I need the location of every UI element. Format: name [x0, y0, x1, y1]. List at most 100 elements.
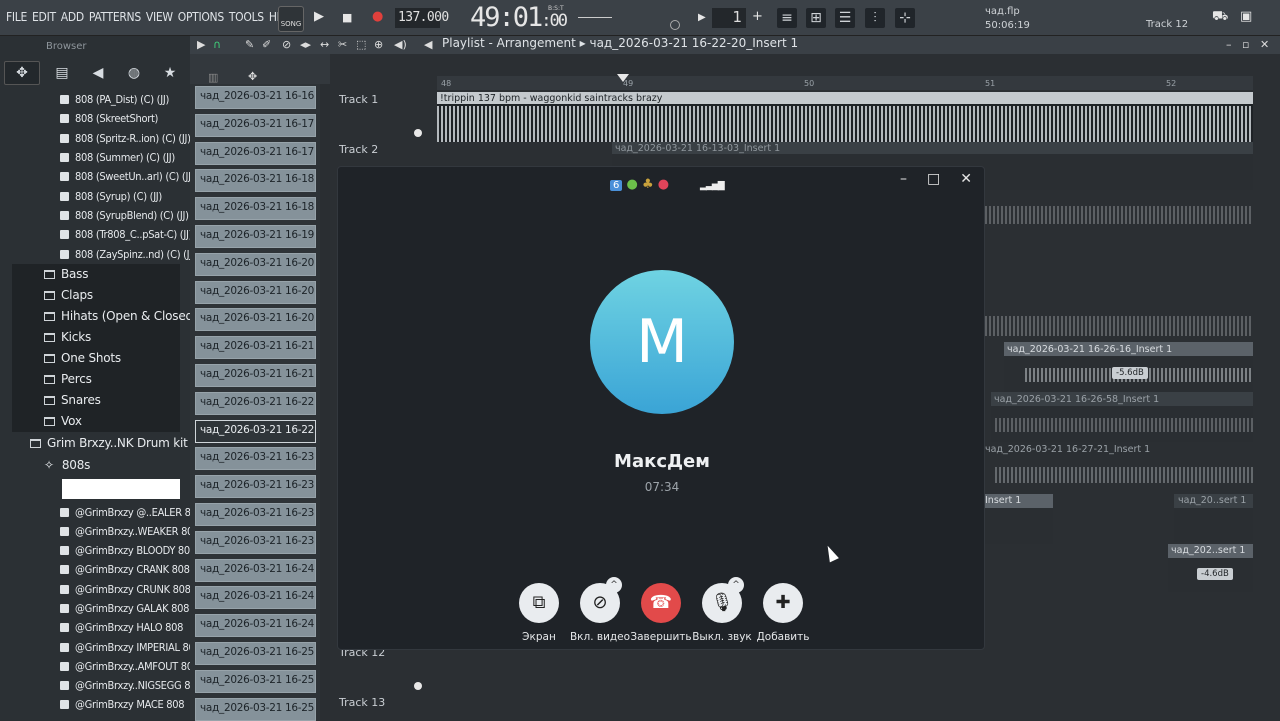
video-options-chevron-icon[interactable]: ^: [606, 577, 622, 593]
picker-clip[interactable]: чад_2026-03-21 16-22..: [195, 391, 316, 415]
slice-tool-icon[interactable]: ✂: [338, 38, 347, 51]
picker-clip[interactable]: чад_2026-03-21 16-18..: [195, 169, 316, 193]
picker-clip[interactable]: чад_2026-03-21 16-19..: [195, 225, 316, 248]
menu-patterns[interactable]: PATTERNS: [89, 10, 141, 24]
browser-subfolder[interactable]: ✧ 808s: [44, 458, 90, 472]
audio-options-chevron-icon[interactable]: ^: [728, 577, 744, 593]
browser-folder[interactable]: Kicks: [44, 330, 91, 344]
picker-clip[interactable]: чад_2026-03-21 16-21..: [195, 336, 316, 360]
select-tool-icon[interactable]: ⬚: [356, 38, 366, 51]
track-name[interactable]: Track 2: [339, 143, 378, 156]
browser-file[interactable]: @GrimBrxzy..NIGSEGG 808: [60, 679, 203, 692]
timeline-ruler[interactable]: 48 49 50 51 52: [437, 76, 1253, 90]
playhead-marker[interactable]: [617, 74, 629, 82]
browser-file[interactable]: 808 (ZaySpinz..nd) (C) (JJ): [60, 248, 196, 261]
record-icon[interactable]: ●: [372, 9, 383, 24]
picker-clip[interactable]: чад_2026-03-21 16-24..: [195, 558, 316, 582]
track-name[interactable]: Track 13: [339, 696, 385, 709]
picker-clip[interactable]: чад_2026-03-21 16-21..: [195, 364, 316, 387]
menu-view[interactable]: VIEW: [146, 10, 173, 24]
browser-file[interactable]: @GrimBrxzy @..EALER 808: [60, 506, 203, 519]
magnet-icon[interactable]: ∩: [213, 38, 221, 51]
picker-clip[interactable]: чад_2026-03-21 16-24..: [195, 586, 316, 610]
browser-folder[interactable]: One Shots: [44, 351, 121, 365]
minimize-icon[interactable]: –: [1226, 38, 1232, 51]
call-close-icon[interactable]: ✕: [960, 171, 972, 187]
browser-folder[interactable]: Percs: [44, 372, 92, 386]
mute-tool-icon[interactable]: ◂▸: [300, 38, 311, 51]
browser-file[interactable]: @GrimBrxzy BLOODY 808: [60, 544, 196, 557]
menu-tools[interactable]: TOOLS: [229, 10, 264, 24]
browser-file[interactable]: @GrimBrxzy HALO 808: [60, 621, 183, 634]
playback-tool-icon[interactable]: ◀): [394, 38, 407, 51]
browser-folder[interactable]: Vox: [44, 414, 82, 428]
draw-tool-icon[interactable]: ✎: [245, 38, 254, 51]
slip-tool-icon[interactable]: ↔: [320, 38, 329, 51]
piano-roll-icon[interactable]: ⊞: [806, 8, 826, 28]
mixer-icon[interactable]: ⫶: [865, 8, 885, 28]
pattern-icon[interactable]: ▥: [208, 71, 218, 84]
add-pattern-icon[interactable]: +: [752, 9, 763, 24]
stop-icon[interactable]: ■: [342, 11, 352, 24]
picker-clip[interactable]: чад_2026-03-21 16-17..: [195, 113, 316, 137]
menu-edit[interactable]: EDIT: [32, 10, 56, 24]
paint-tool-icon[interactable]: ✐: [262, 38, 271, 51]
browser-kit-folder[interactable]: Grim Brxzy..NK Drum kit: [30, 436, 188, 450]
call-maximize-icon[interactable]: □: [927, 171, 940, 187]
picker-clip[interactable]: чад_2026-03-21 16-23..: [195, 475, 316, 499]
browser-file[interactable]: 808 (Tr808_C..pSat-C) (JJ): [60, 228, 192, 241]
call-minimize-icon[interactable]: –: [900, 171, 907, 187]
add-participant-button[interactable]: ✚: [763, 583, 803, 623]
pattern-selector[interactable]: 1: [712, 8, 746, 28]
browser-file[interactable]: @GrimBrxzy..AMFOUT 808: [60, 660, 199, 673]
browser-folder[interactable]: Bass: [44, 267, 88, 281]
browser-folder[interactable]: Snares: [44, 393, 101, 407]
browser-online-icon[interactable]: ◍: [116, 65, 152, 81]
zoom-tool-icon[interactable]: ⊕: [374, 38, 383, 51]
master-pitch-knob[interactable]: [670, 20, 680, 30]
picker-clip[interactable]: чад_2026-03-21 16-16..: [195, 86, 316, 109]
picker-clip[interactable]: чад_2026-03-21 16-20..: [195, 252, 316, 276]
browser-file[interactable]: 808 (SweetUn..arl) (C) (JJ): [60, 170, 195, 183]
browser-file[interactable]: @GrimBrxzy..WEAKER 808: [60, 525, 199, 538]
picker-clip[interactable]: чад_2026-03-21 16-20..: [195, 280, 316, 304]
browser-file[interactable]: @GrimBrxzy CRANK 808: [60, 563, 190, 576]
browser-all-icon[interactable]: ✥: [4, 61, 40, 85]
browser-file[interactable]: @GrimBrxzy MACE 808: [60, 698, 185, 711]
browser-file[interactable]: @GrimBrxzy GALAK 808: [60, 602, 189, 615]
picker-clip[interactable]: чад_2026-03-21 16-18..: [195, 197, 316, 221]
picker-clip[interactable]: чад_2026-03-21 16-22..: [195, 419, 316, 443]
browser-file[interactable]: @GrimBrxzy IMPERIAL 808: [60, 641, 201, 654]
play-icon[interactable]: ▶: [314, 9, 324, 24]
pattern-prev-icon[interactable]: ▶: [698, 12, 706, 23]
browser-file[interactable]: 808 (SkreetShort): [60, 112, 158, 125]
picker-clip[interactable]: чад_2026-03-21 16-24..: [195, 614, 316, 638]
end-call-button[interactable]: ☎: [641, 583, 681, 623]
master-volume-slider[interactable]: [578, 17, 612, 18]
picker-clip[interactable]: чад_2026-03-21 16-17..: [195, 141, 316, 165]
plugin-icon[interactable]: ⊹: [895, 8, 915, 28]
browser-file[interactable]: 808 (Syrup) (C) (JJ): [60, 190, 162, 203]
close-icon[interactable]: ✕: [1260, 38, 1269, 51]
picker-clip[interactable]: чад_2026-03-21 16-25..: [195, 642, 316, 665]
shop-icon[interactable]: ⛟: [1212, 9, 1228, 26]
delete-tool-icon[interactable]: ⊘: [282, 38, 291, 51]
browser-file[interactable]: 808 (SyrupBlend) (C) (JJ): [60, 209, 189, 222]
browser-folder[interactable]: Claps: [44, 288, 93, 302]
menu-add[interactable]: ADD: [61, 10, 84, 24]
picker-clip[interactable]: чад_2026-03-21 16-23..: [195, 530, 316, 554]
browser-file[interactable]: 808 (PA_Dist) (C) (JJ): [60, 93, 169, 106]
browser-folder[interactable]: Hihats (Open & Closed): [44, 309, 198, 323]
playlist-arrow-icon[interactable]: ▶: [197, 38, 205, 51]
browser-plugins-icon[interactable]: ◀: [80, 65, 116, 81]
picker-clip[interactable]: чад_2026-03-21 16-23..: [195, 503, 316, 526]
window-icon[interactable]: ▣: [1240, 9, 1252, 24]
browser-files-icon[interactable]: ▤: [44, 65, 80, 81]
picker-clip[interactable]: чад_2026-03-21 16-23..: [195, 447, 316, 471]
picker-clip[interactable]: чад_2026-03-21 16-25..: [195, 669, 316, 693]
browser-file[interactable]: 808 (Summer) (C) (JJ): [60, 151, 175, 164]
audio-icon[interactable]: ✥: [248, 70, 257, 83]
browser-file[interactable]: 808 (Spritz-R..ion) (C) (JJ): [60, 132, 191, 145]
tempo-display[interactable]: 137.000: [395, 8, 449, 28]
maximize-icon[interactable]: ▫: [1242, 38, 1249, 51]
